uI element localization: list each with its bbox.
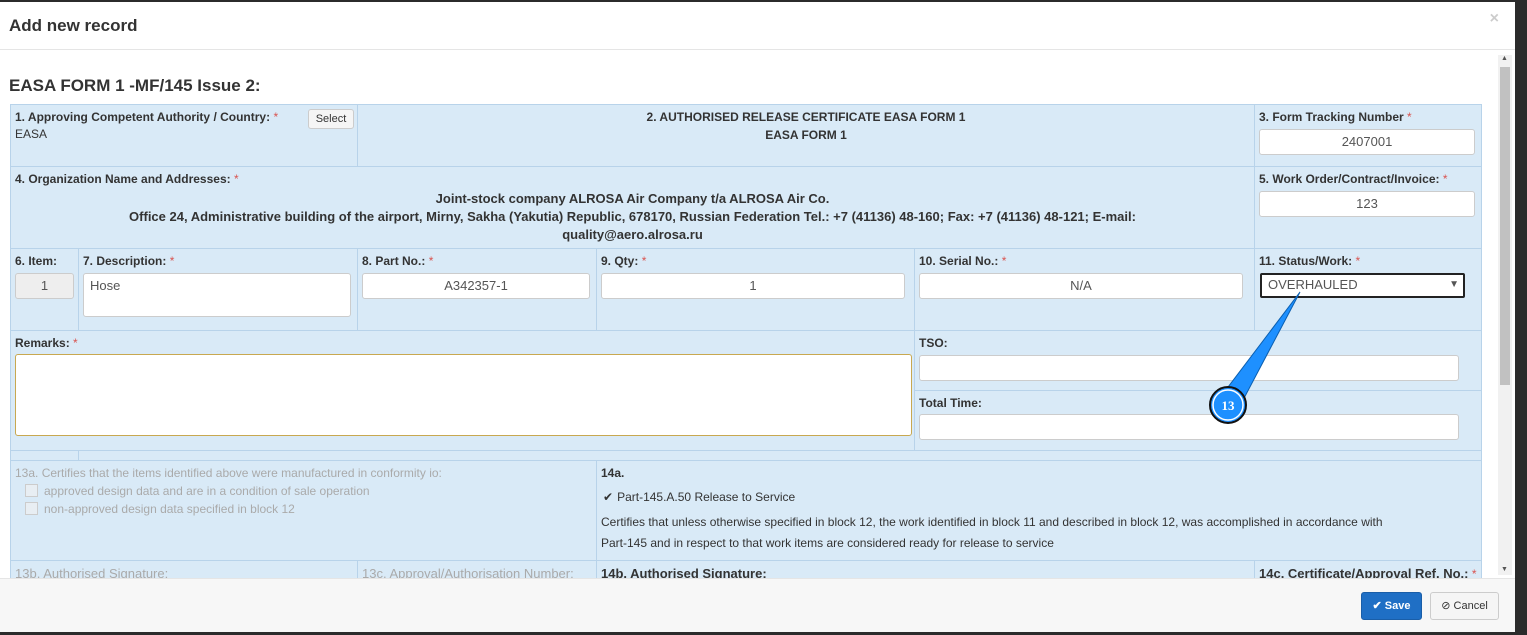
callout-pointer xyxy=(1221,291,1301,403)
callout-number: 13 xyxy=(1222,398,1236,413)
annotation-callout: 13 xyxy=(1209,291,1301,424)
